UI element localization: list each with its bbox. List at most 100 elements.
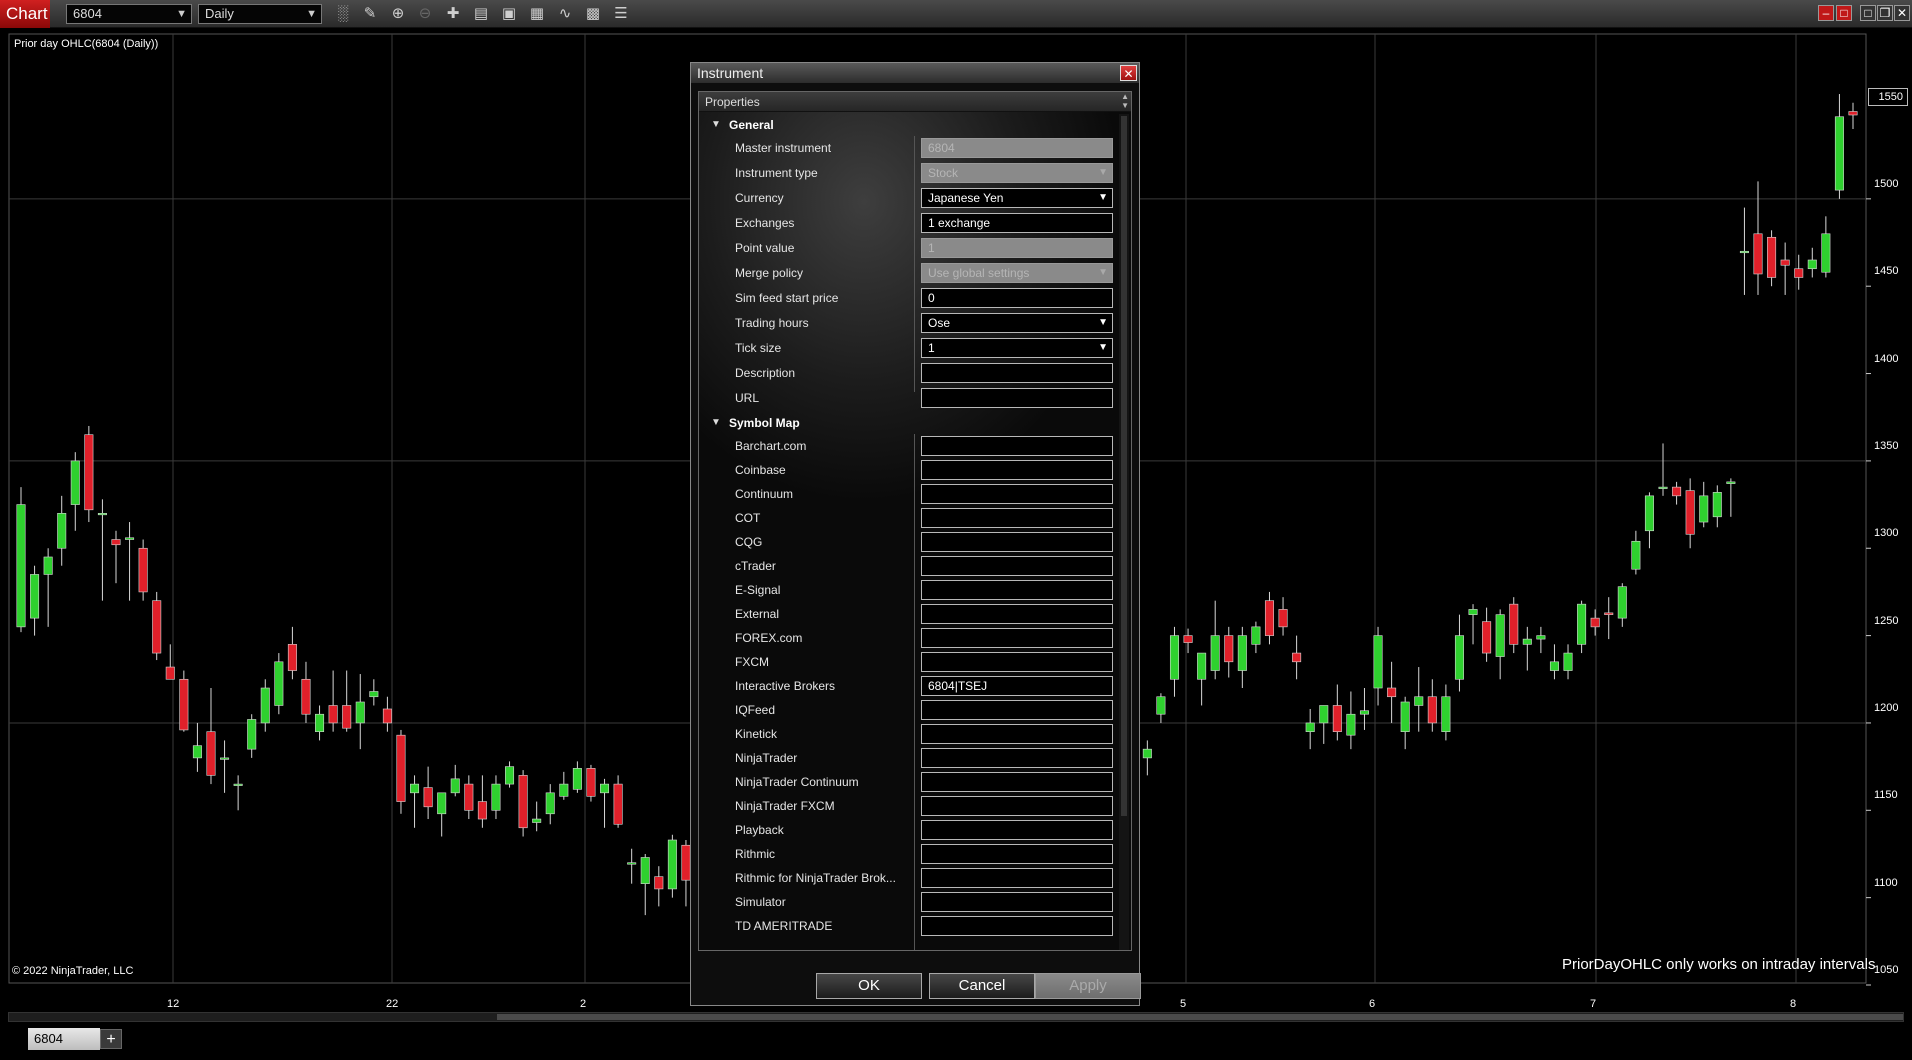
- properties-icon[interactable]: ▩: [583, 4, 603, 24]
- description-field[interactable]: [921, 363, 1113, 383]
- forex-com-field[interactable]: [921, 628, 1113, 648]
- instrument-selector[interactable]: 6804 ▼: [66, 4, 192, 24]
- minimize-icon[interactable]: –: [1818, 5, 1834, 21]
- property-value: Stock: [928, 166, 959, 180]
- iqfeed-field[interactable]: [921, 700, 1113, 720]
- panel-scroll-arrows[interactable]: ▲ ▼: [1121, 92, 1129, 110]
- interactive-brokers-field[interactable]: 6804|TSEJ: [921, 676, 1113, 696]
- property-row-barchart-com: Barchart.com: [699, 434, 1119, 458]
- candle-body: [1387, 687, 1397, 698]
- dialog-titlebar[interactable]: Instrument: [691, 63, 1139, 83]
- kinetick-field[interactable]: [921, 724, 1113, 744]
- simulator-field[interactable]: [921, 892, 1113, 912]
- cancel-button[interactable]: Cancel: [929, 973, 1035, 999]
- cqg-field[interactable]: [921, 532, 1113, 552]
- scrollbar-thumb[interactable]: [1121, 116, 1127, 816]
- candle-body: [342, 705, 352, 729]
- property-row-forex-com: FOREX.com: [699, 626, 1119, 650]
- date-axis-label: 22: [386, 998, 399, 1010]
- date-axis-label: 6: [1369, 998, 1376, 1010]
- candle-body: [1359, 710, 1369, 715]
- property-label: Rithmic for NinjaTrader Brok...: [735, 871, 896, 885]
- ninjatrader-continuum-field[interactable]: [921, 772, 1113, 792]
- currency-dropdown[interactable]: Japanese Yen ▼: [921, 188, 1113, 208]
- property-value: 0: [928, 291, 935, 305]
- ninjatrader-fxcm-field[interactable]: [921, 796, 1113, 816]
- property-label: TD AMERITRADE: [735, 919, 833, 933]
- list-icon[interactable]: ☰: [611, 4, 631, 24]
- property-row-master-instrument: Master instrument 6804: [699, 136, 1119, 160]
- candle-body: [355, 701, 365, 724]
- candle-body: [125, 537, 135, 540]
- cot-field[interactable]: [921, 508, 1113, 528]
- add-tab-button[interactable]: +: [100, 1029, 122, 1049]
- strategies-icon[interactable]: ▦: [527, 4, 547, 24]
- td-ameritrade-field[interactable]: [921, 916, 1113, 936]
- external-field[interactable]: [921, 604, 1113, 624]
- candle-body: [1577, 603, 1587, 645]
- draw-icon[interactable]: ✎: [360, 4, 380, 24]
- candle-body: [1482, 621, 1492, 654]
- property-label: NinjaTrader: [735, 751, 798, 765]
- property-value: 1: [928, 241, 935, 255]
- category-general[interactable]: ▼ General: [699, 115, 1119, 135]
- coinbase-field[interactable]: [921, 460, 1113, 480]
- rithmic-for-ninjatrader-brok-field[interactable]: [921, 868, 1113, 888]
- close-icon[interactable]: ✕: [1894, 5, 1910, 21]
- candle-body: [1346, 713, 1356, 736]
- crosshair-icon[interactable]: ✚: [443, 4, 463, 24]
- apply-button[interactable]: Apply: [1035, 973, 1141, 999]
- candle-body: [1183, 635, 1193, 643]
- property-row-ninjatrader-continuum: NinjaTrader Continuum: [699, 770, 1119, 794]
- properties-scrollbar[interactable]: [1119, 114, 1129, 950]
- ctrader-field[interactable]: [921, 556, 1113, 576]
- chevron-down-icon: ▼: [1098, 192, 1108, 203]
- e-signal-field[interactable]: [921, 580, 1113, 600]
- bar-type-icon[interactable]: ░: [333, 4, 353, 24]
- candle-body: [1821, 233, 1831, 273]
- ok-button[interactable]: OK: [816, 973, 922, 999]
- candle-body: [1780, 259, 1790, 266]
- copyright-text: © 2022 NinjaTrader, LLC: [12, 965, 134, 977]
- property-row-iqfeed: IQFeed: [699, 698, 1119, 722]
- rithmic-field[interactable]: [921, 844, 1113, 864]
- candle-body: [1237, 635, 1247, 671]
- property-label: Continuum: [735, 487, 794, 501]
- playback-field[interactable]: [921, 820, 1113, 840]
- properties-grid: Properties ▲ ▼ ▼ General Master instrumen…: [698, 91, 1132, 951]
- tab-6804[interactable]: 6804: [28, 1028, 100, 1050]
- interval-selector[interactable]: Daily ▼: [198, 4, 322, 24]
- property-label: Description: [735, 366, 796, 380]
- restore-icon[interactable]: □: [1836, 5, 1852, 21]
- indicator-warning: PriorDayOHLC only works on intraday inte…: [1562, 956, 1876, 973]
- restore-down-icon[interactable]: ❐: [1877, 5, 1893, 21]
- data-box-icon[interactable]: ▤: [471, 4, 491, 24]
- ninjatrader-field[interactable]: [921, 748, 1113, 768]
- indicators-icon[interactable]: ∿: [555, 4, 575, 24]
- scrollbar-thumb[interactable]: [497, 1014, 1903, 1020]
- candle-body: [1224, 635, 1234, 663]
- property-row-cqg: CQG: [699, 530, 1119, 554]
- candle-body: [1319, 705, 1329, 724]
- zoom-in-icon[interactable]: ⊕: [388, 4, 408, 24]
- barchart-com-field[interactable]: [921, 436, 1113, 456]
- sim-feed-start-price-field[interactable]: 0: [921, 288, 1113, 308]
- candle-body: [328, 705, 338, 724]
- horizontal-scrollbar[interactable]: [8, 1012, 1904, 1022]
- exchanges-field[interactable]: 1 exchange: [921, 213, 1113, 233]
- property-label: Interactive Brokers: [735, 679, 836, 693]
- templates-icon[interactable]: ▣: [499, 4, 519, 24]
- property-label: Currency: [735, 191, 784, 205]
- candle-body: [1332, 705, 1342, 732]
- maximize-icon[interactable]: □: [1860, 5, 1876, 21]
- candle-body: [1264, 600, 1274, 636]
- trading-hours-dropdown[interactable]: Ose ▼: [921, 313, 1113, 333]
- fxcm-field[interactable]: [921, 652, 1113, 672]
- tick-size-dropdown[interactable]: 1 ▼: [921, 338, 1113, 358]
- zoom-out-icon[interactable]: ⊖: [415, 4, 435, 24]
- continuum-field[interactable]: [921, 484, 1113, 504]
- url-field[interactable]: [921, 388, 1113, 408]
- close-icon[interactable]: ✕: [1120, 65, 1137, 81]
- candle-body: [165, 666, 175, 680]
- category-symbol-map[interactable]: ▼ Symbol Map: [699, 413, 1119, 433]
